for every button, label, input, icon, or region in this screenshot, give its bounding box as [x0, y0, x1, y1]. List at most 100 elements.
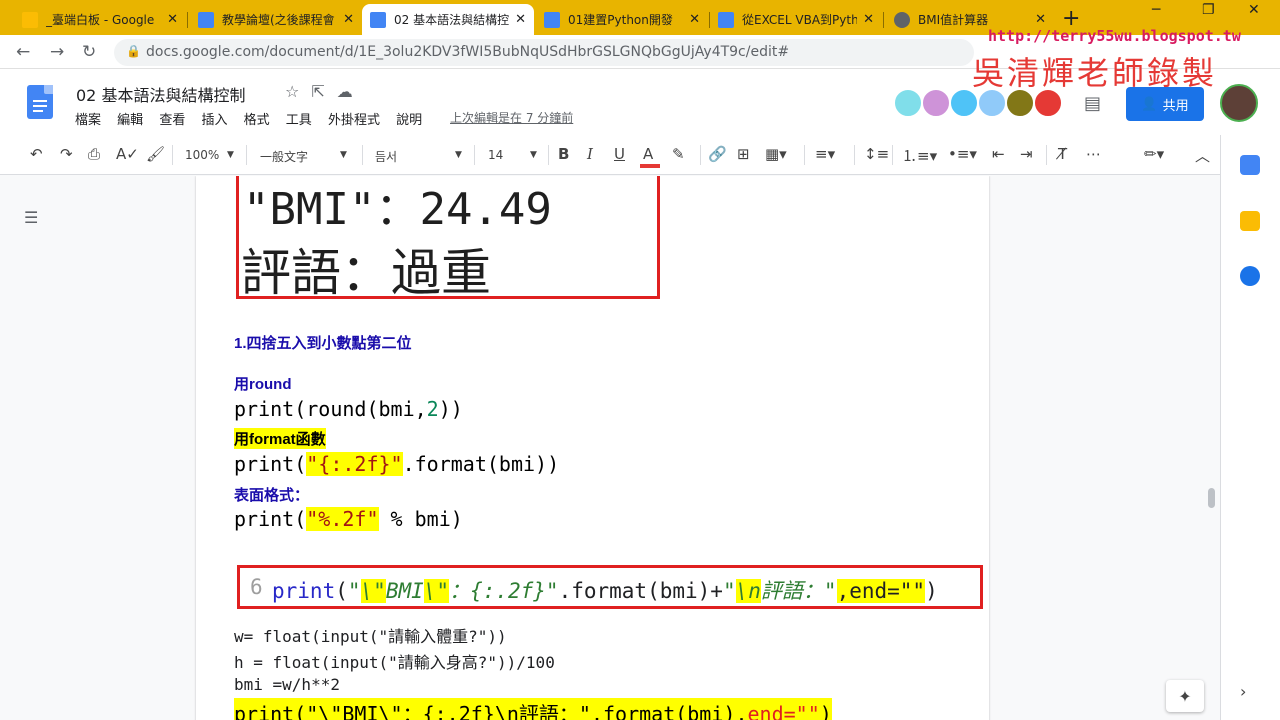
code-round: print(round(bmi,2)) [234, 397, 463, 421]
move-folder-icon[interactable]: ⇱ [311, 82, 324, 101]
menu-insert[interactable]: 插入 [201, 113, 227, 128]
url-field[interactable]: 🔒 docs.google.com/document/d/1E_3olu2KDV… [114, 39, 974, 66]
menu-bar: 檔案 編輯 查看 插入 格式 工具 外掛程式 說明 [75, 109, 434, 128]
output-screenshot: "BMI"：24.49 評語：過重 [236, 176, 660, 302]
side-panel [1220, 135, 1280, 720]
browser-tab-4[interactable]: 01建置Python開發 ✕ [536, 4, 708, 35]
link-icon[interactable]: 🔗 [708, 145, 727, 163]
chevron-down-icon: ▼ [227, 150, 234, 160]
section-heading: 1.四捨五入到小數點第二位 [234, 335, 412, 352]
minimize-icon[interactable]: ─ [1152, 2, 1160, 18]
close-icon[interactable]: ✕ [167, 12, 178, 27]
font-size-select[interactable]: 14 ▼ [488, 148, 540, 162]
calendar-icon[interactable] [1240, 155, 1260, 175]
label-format: 用format函數 [234, 428, 326, 449]
output-bmi-value: "BMI"：24.49 [243, 184, 552, 235]
code-percent: print("%.2f" % bmi) [234, 507, 463, 531]
collaborator-avatar[interactable] [921, 88, 951, 118]
line-number: 6 [250, 575, 263, 599]
close-icon[interactable]: ✕ [1035, 12, 1046, 27]
menu-tools[interactable]: 工具 [286, 113, 312, 128]
google-docs-icon [544, 11, 560, 28]
browser-tab-3-active[interactable]: 02 基本語法與結構控 ✕ [362, 4, 534, 35]
italic-icon[interactable]: I [587, 145, 593, 163]
close-icon[interactable]: ✕ [689, 12, 700, 27]
editing-mode-icon[interactable]: ✏▾ [1144, 145, 1164, 163]
collapse-menu-icon[interactable]: ︿ [1195, 145, 1210, 166]
chevron-down-icon: ▼ [455, 150, 462, 160]
document-title[interactable]: 02 基本語法與結構控制 [76, 82, 245, 106]
globe-icon [894, 11, 910, 28]
document-canvas: ☰ "BMI"：24.49 評語：過重 1.四捨五入到小數點第二位 用round… [0, 176, 1220, 720]
keep-icon[interactable] [1240, 211, 1260, 231]
add-comment-icon[interactable]: ⊞ [737, 145, 750, 163]
code-snippet-box: 6 print("\"BMI\"：{:.2f}".format(bmi)+"\n… [237, 565, 983, 609]
google-drive-icon [22, 11, 38, 28]
more-icon[interactable]: ⋯ [1086, 145, 1101, 163]
browser-tab-5[interactable]: 從EXCEL VBA到Pyth ✕ [710, 4, 882, 35]
lock-icon: 🔒 [126, 44, 141, 58]
browser-tab-2[interactable]: 教學論壇(之後課程會 ✕ [190, 4, 362, 35]
chevron-down-icon: ▼ [340, 150, 347, 160]
menu-file[interactable]: 檔案 [75, 113, 101, 128]
bold-icon[interactable]: B [558, 145, 569, 163]
close-window-icon[interactable]: ✕ [1248, 2, 1260, 18]
clear-formatting-icon[interactable]: T̸ [1058, 145, 1067, 163]
paragraph-style-select[interactable]: 一般文字 ▼ [260, 148, 350, 165]
text-color-icon[interactable]: A [643, 145, 653, 163]
menu-edit[interactable]: 編輯 [117, 113, 143, 128]
browser-tab-1[interactable]: _臺端白板 - Google ✕ [14, 4, 186, 35]
google-docs-icon [718, 11, 734, 28]
tasks-icon[interactable] [1240, 266, 1260, 286]
highlight-icon[interactable]: ✎ [672, 145, 685, 163]
redo-icon[interactable]: ↷ [60, 145, 73, 163]
text-color-indicator [640, 164, 660, 168]
font-select[interactable]: 듬서 ▼ [375, 148, 465, 165]
print-icon[interactable]: ⎙ [88, 145, 100, 163]
align-icon[interactable]: ≡▾ [815, 145, 835, 163]
last-edit-link[interactable]: 上次編輯是在 7 分鐘前 [450, 109, 573, 126]
chevron-down-icon: ▼ [530, 150, 537, 160]
user-avatar[interactable] [1220, 84, 1258, 122]
close-icon[interactable]: ✕ [515, 12, 526, 27]
show-side-panel-icon[interactable]: › [1240, 682, 1246, 701]
numbered-list-icon[interactable]: ⒈≡▾ [902, 145, 937, 166]
google-docs-icon [198, 11, 214, 28]
underline-icon[interactable]: U [614, 145, 625, 163]
snippet-code: print("\"BMI\"：{:.2f}".format(bmi)+"\n評語… [272, 579, 938, 603]
document-page[interactable]: "BMI"：24.49 評語：過重 1.四捨五入到小數點第二位 用round p… [196, 176, 989, 720]
bulleted-list-icon[interactable]: •≡▾ [948, 145, 977, 163]
forward-icon[interactable]: → [50, 42, 64, 62]
document-scrollbar[interactable] [1208, 488, 1215, 508]
close-icon[interactable]: ✕ [863, 12, 874, 27]
decrease-indent-icon[interactable]: ⇤ [992, 145, 1005, 163]
document-outline-icon[interactable]: ☰ [24, 208, 38, 227]
undo-icon[interactable]: ↶ [30, 145, 43, 163]
zoom-select[interactable]: 100% ▼ [185, 148, 237, 162]
collaborator-avatar[interactable] [893, 88, 923, 118]
author-watermark: 吳清輝老師錄製 [972, 54, 1218, 92]
formatting-toolbar: ↶ ↷ ⎙ A✓ 🖌 100% ▼ 一般文字 ▼ 듬서 ▼ 14 ▼ B I U A ✎… [0, 135, 1220, 175]
google-docs-logo-icon[interactable] [27, 85, 53, 119]
menu-addons[interactable]: 外掛程式 [328, 113, 380, 128]
star-icon[interactable]: ☆ [285, 82, 299, 101]
blog-url-watermark: http://terry55wu.blogspot.tw [988, 27, 1241, 45]
close-icon[interactable]: ✕ [343, 12, 354, 27]
line-spacing-icon[interactable]: ↕≡ [864, 145, 889, 163]
menu-format[interactable]: 格式 [244, 113, 270, 128]
menu-help[interactable]: 說明 [396, 113, 422, 128]
menu-view[interactable]: 查看 [159, 113, 185, 128]
code-line-height: h = float(input("請輸入身高?"))/100 [234, 653, 555, 672]
code-line-weight: w= float(input("請輸入體重?")) [234, 627, 507, 646]
cloud-status-icon[interactable]: ☁ [337, 82, 353, 101]
spellcheck-icon[interactable]: A✓ [116, 145, 139, 163]
reload-icon[interactable]: ↻ [82, 42, 96, 62]
comment-history-icon[interactable]: ▤ [1084, 93, 1101, 114]
increase-indent-icon[interactable]: ⇥ [1020, 145, 1033, 163]
insert-image-icon[interactable]: ▦▾ [765, 145, 787, 163]
back-icon[interactable]: ← [16, 42, 30, 62]
explore-icon: ✦ [1178, 686, 1192, 706]
explore-button[interactable]: ✦ [1166, 680, 1204, 712]
restore-icon[interactable]: ❐ [1202, 2, 1215, 18]
paint-format-icon[interactable]: 🖌 [146, 145, 165, 163]
